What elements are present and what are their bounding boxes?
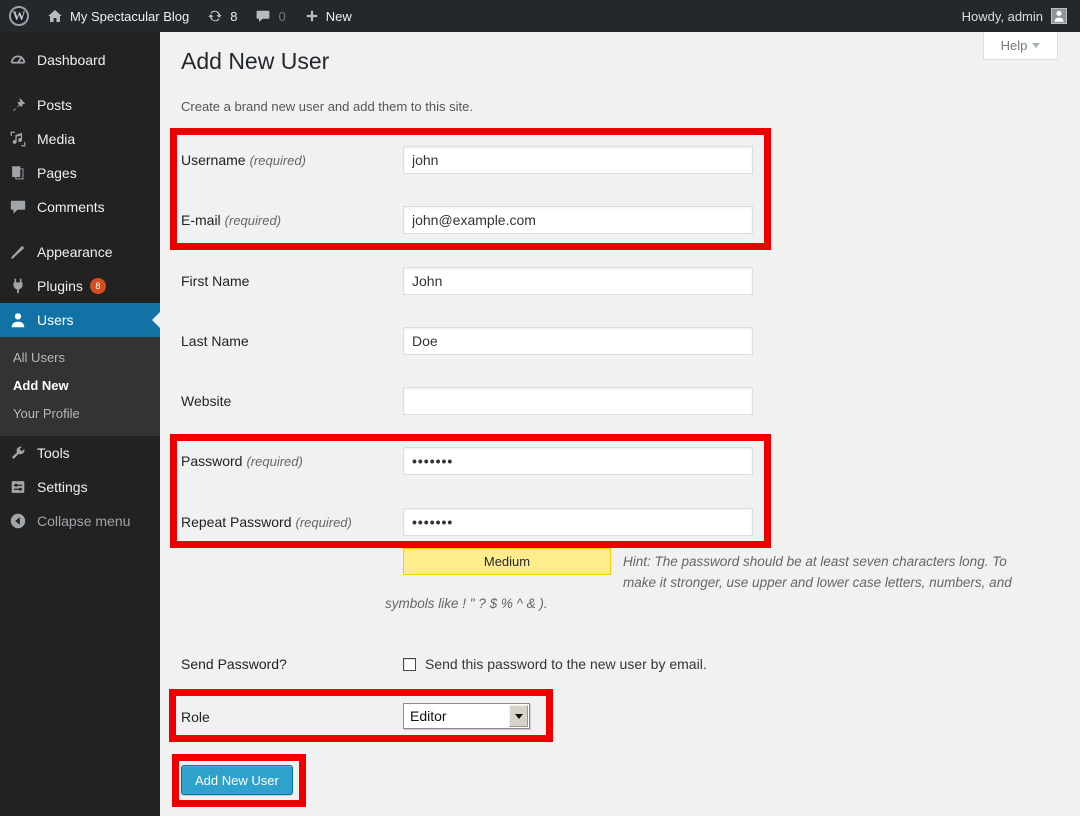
admin-bar-left: W My Spectacular Blog 8 0 New: [0, 0, 361, 32]
email-label: E-mail(required): [181, 206, 281, 234]
role-label: Role: [181, 703, 210, 731]
wrench-icon: [9, 444, 27, 462]
send-password-label: Send Password?: [181, 650, 287, 678]
repeat-password-label: Repeat Password(required): [181, 508, 352, 536]
sidebar-item-label: Users: [37, 312, 74, 328]
role-selected-value: Editor: [404, 708, 509, 724]
username-label: Username(required): [181, 146, 306, 174]
last-name-input[interactable]: [403, 327, 753, 355]
sidebar-item-comments[interactable]: Comments: [0, 190, 160, 224]
site-name-label: My Spectacular Blog: [70, 9, 189, 24]
help-label: Help: [1001, 38, 1028, 53]
sidebar-item-media[interactable]: Media: [0, 122, 160, 156]
current-menu-arrow-icon: [152, 312, 160, 328]
submenu-item-your-profile[interactable]: Your Profile: [0, 400, 160, 428]
avatar[interactable]: [1051, 8, 1067, 24]
update-count: 8: [230, 9, 237, 24]
role-row: Role Editor: [181, 703, 1080, 731]
admin-bar: W My Spectacular Blog 8 0 New: [0, 0, 1080, 32]
plus-icon: [304, 8, 320, 24]
website-label: Website: [181, 387, 231, 415]
dashboard-icon: [9, 51, 27, 69]
users-icon: [9, 311, 27, 329]
comment-bubble-icon: [255, 8, 271, 24]
last-name-label: Last Name: [181, 327, 249, 355]
chevron-down-icon: [1032, 43, 1040, 48]
media-icon: [9, 130, 27, 148]
new-label: New: [326, 9, 352, 24]
comments-link[interactable]: 0: [246, 0, 294, 32]
sidebar-item-users[interactable]: Users: [0, 303, 160, 337]
help-tab-button[interactable]: Help: [983, 32, 1058, 60]
wordpress-logo-icon: W: [9, 6, 29, 26]
send-password-checkbox[interactable]: [403, 658, 416, 671]
settings-icon: [9, 478, 27, 496]
sidebar-item-label: Media: [37, 131, 75, 147]
pushpin-icon: [9, 96, 27, 114]
username-input[interactable]: [403, 146, 753, 174]
dropdown-arrow-icon: [515, 714, 523, 719]
wordpress-logo-menu[interactable]: W: [0, 0, 38, 32]
sidebar-item-label: Pages: [37, 165, 77, 181]
plugins-update-badge: 8: [90, 278, 106, 294]
email-row: E-mail(required): [181, 206, 1080, 234]
sidebar-item-label: Settings: [37, 479, 88, 495]
email-input[interactable]: [403, 206, 753, 234]
sidebar-item-label: Plugins: [37, 278, 83, 294]
first-name-input[interactable]: [403, 267, 753, 295]
sidebar-item-dashboard[interactable]: Dashboard: [0, 43, 160, 77]
sidebar-item-posts[interactable]: Posts: [0, 88, 160, 122]
add-new-user-button[interactable]: Add New User: [181, 765, 293, 795]
password-label: Password(required): [181, 447, 303, 475]
howdy-label[interactable]: Howdy, admin: [962, 9, 1043, 24]
comment-count: 0: [278, 9, 285, 24]
first-name-label: First Name: [181, 267, 249, 295]
role-select[interactable]: Editor: [403, 703, 530, 729]
paintbrush-icon: [9, 243, 27, 261]
website-input[interactable]: [403, 387, 753, 415]
repeat-password-input[interactable]: [403, 508, 753, 536]
plugin-icon: [9, 277, 27, 295]
sidebar-item-plugins[interactable]: Plugins 8: [0, 269, 160, 303]
last-name-row: Last Name: [181, 327, 1080, 355]
site-name-link[interactable]: My Spectacular Blog: [38, 0, 198, 32]
sidebar-item-pages[interactable]: Pages: [0, 156, 160, 190]
hint-spacer: [385, 551, 623, 593]
main-content: Help Add New User Create a brand new use…: [160, 32, 1080, 816]
users-submenu: All Users Add New Your Profile: [0, 337, 160, 436]
collapse-arrow-icon: [9, 512, 27, 530]
page-description: Create a brand new user and add them to …: [181, 99, 473, 114]
submenu-item-add-new[interactable]: Add New: [0, 372, 160, 400]
submenu-item-all-users[interactable]: All Users: [0, 344, 160, 372]
home-icon: [47, 8, 63, 24]
password-row: Password(required): [181, 447, 1080, 475]
sidebar-item-settings[interactable]: Settings: [0, 470, 160, 504]
username-row: Username(required): [181, 146, 1080, 174]
first-name-row: First Name: [181, 267, 1080, 295]
update-icon: [207, 8, 223, 24]
password-input[interactable]: [403, 447, 753, 475]
sidebar-item-label: Comments: [37, 199, 105, 215]
collapse-menu-button[interactable]: Collapse menu: [0, 504, 160, 538]
password-hint: Hint: The password should be at least se…: [385, 551, 1033, 614]
admin-bar-right: Howdy, admin: [962, 0, 1080, 32]
website-row: Website: [181, 387, 1080, 415]
sidebar-item-label: Posts: [37, 97, 72, 113]
comments-icon: [9, 198, 27, 216]
sidebar-item-tools[interactable]: Tools: [0, 436, 160, 470]
admin-sidebar: Dashboard Posts Media Pages Comments App…: [0, 32, 160, 816]
sidebar-item-label: Appearance: [37, 244, 113, 260]
send-password-description: Send this password to the new user by em…: [425, 656, 707, 672]
send-password-row: Send Password? Send this password to the…: [181, 650, 1080, 678]
sidebar-item-label: Collapse menu: [37, 513, 130, 529]
repeat-password-row: Repeat Password(required): [181, 508, 1080, 536]
dropdown-button[interactable]: [509, 705, 528, 727]
pages-icon: [9, 164, 27, 182]
sidebar-item-appearance[interactable]: Appearance: [0, 235, 160, 269]
sidebar-item-label: Tools: [37, 445, 70, 461]
sidebar-item-label: Dashboard: [37, 52, 106, 68]
new-content-menu[interactable]: New: [295, 0, 361, 32]
page-title: Add New User: [181, 48, 329, 75]
updates-link[interactable]: 8: [198, 0, 246, 32]
